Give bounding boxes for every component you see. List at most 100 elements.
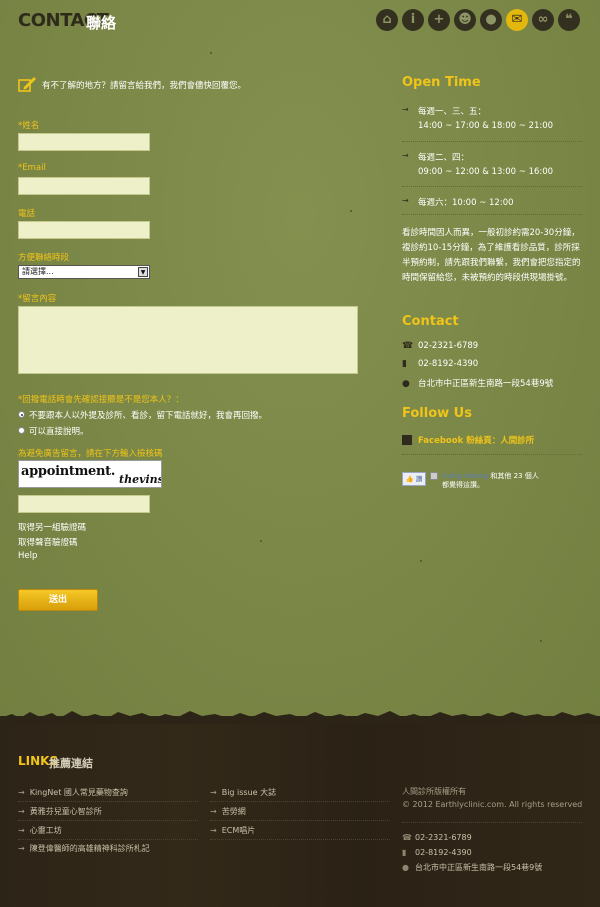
footer-link[interactable]: → 黃雅芬兒童心智診所	[18, 806, 102, 817]
captcha-word-1: appointment.	[21, 464, 116, 479]
texture-speck	[540, 640, 542, 642]
location-pin-icon[interactable]: ●	[480, 9, 502, 31]
schedule-days: 每週一、三、五：	[418, 107, 487, 117]
arrow-right-icon: →	[402, 151, 409, 160]
like-button[interactable]: 👍 讚	[402, 472, 426, 486]
footer-phone-2: ▮ 02-8192-4390	[402, 848, 472, 857]
edit-pencil-icon	[18, 77, 36, 92]
link-icon[interactable]: ∞	[532, 9, 554, 31]
email-label: *Email	[18, 163, 46, 173]
follow-us-title: Follow Us	[402, 406, 472, 421]
contact-time-select[interactable]: 請選擇... ▼	[18, 265, 150, 279]
texture-speck	[210, 52, 212, 54]
facebook-label: Facebook	[418, 436, 464, 446]
divider	[402, 141, 582, 142]
site-header: CONTACT 聯絡 ⌂ i + ☻ ● ✉ ∞ ❝	[0, 0, 600, 44]
phone-field[interactable]	[18, 221, 150, 239]
divider	[210, 839, 390, 840]
info-icon[interactable]: i	[402, 9, 424, 31]
contact-phone-1: ☎ 02-2321-6789	[402, 341, 478, 351]
facebook-icon	[402, 434, 412, 445]
like-button-label: 讚	[415, 475, 423, 483]
facebook-page: 粉絲頁：人間診所	[466, 436, 535, 446]
new-captcha-link[interactable]: 取得另一組驗證碼	[18, 521, 86, 533]
chat-icon[interactable]: ❝	[558, 9, 580, 31]
footer-link[interactable]: → 陳登偉醫師的高雄精神科診所札記	[18, 843, 150, 854]
divider	[402, 822, 582, 823]
divider	[210, 820, 390, 821]
schedule-days: 每週二、四：	[418, 153, 470, 163]
name-label: *姓名	[18, 121, 40, 131]
intro-text: 有不了解的地方？請留言給我們，我們會儘快回覆您。	[42, 81, 247, 91]
footer-link[interactable]: → ECM唱片	[210, 825, 255, 836]
like-count: 和其他 23 個人	[490, 472, 539, 480]
avatar	[430, 472, 438, 480]
mail-icon[interactable]: ✉	[506, 9, 528, 31]
email-field[interactable]	[18, 177, 150, 195]
chevron-down-icon[interactable]: ▼	[138, 267, 148, 277]
facebook-link[interactable]: Facebook 粉絲頁：人間診所	[402, 434, 534, 446]
like-text: Irving Hsiang 和其他 23 個人 都覺得這讚。	[442, 472, 562, 490]
radio-label: 不要跟本人以外提及診所、看診，留下電話就好，我會再回撥。	[29, 411, 268, 421]
contact-title: Contact	[402, 314, 459, 329]
divider	[402, 214, 582, 215]
phone-icon: ☎	[402, 341, 414, 351]
name-field[interactable]	[18, 133, 150, 151]
torn-edge	[0, 711, 600, 724]
radio-option-private[interactable]: 不要跟本人以外提及診所、看診，留下電話就好，我會再回撥。	[18, 409, 267, 421]
phone-label: 電話	[18, 209, 36, 219]
message-textarea[interactable]	[18, 306, 358, 374]
footer-link[interactable]: → 心靈工坊	[18, 825, 62, 836]
medical-cross-icon[interactable]: +	[428, 9, 450, 31]
arrow-right-icon: →	[402, 196, 409, 205]
audio-captcha-link[interactable]: 取得聲音驗證碼	[18, 536, 78, 548]
divider	[18, 820, 198, 821]
texture-speck	[260, 540, 262, 542]
footer-link[interactable]: → 苦勞網	[210, 806, 246, 817]
open-time-title: Open Time	[402, 75, 481, 90]
confirm-question: *回撥電話時會先確認接聽是不是您本人？：	[18, 395, 184, 405]
contact-time-label: 方便聯絡時段	[18, 253, 70, 263]
phone-number: 02-8192-4390	[418, 359, 479, 369]
radio-button[interactable]	[18, 411, 25, 418]
footer-link[interactable]: → KingNet 國人常見藥物查詢	[18, 787, 128, 798]
links-title-zh: 推薦連結	[49, 757, 93, 770]
like-suffix: 都覺得這讚。	[442, 481, 484, 489]
contact-address: ● 台北市中正區新生南路一段54巷9號	[402, 377, 553, 389]
schedule-hours: 14:00 ~ 17:00 & 18:00 ~ 21:00	[418, 121, 554, 131]
footer-link[interactable]: → Big issue 大誌	[210, 787, 276, 798]
divider	[402, 186, 582, 187]
phone-number: 02-2321-6789	[418, 341, 479, 351]
copyright-en: © 2012 Earthlyclinic.com. All rights res…	[402, 800, 583, 809]
copyright-zh: 人間診所版權所有	[402, 787, 466, 796]
radio-option-direct[interactable]: 可以直接說明。	[18, 425, 89, 437]
submit-button[interactable]: 送出	[18, 589, 98, 611]
home-icon[interactable]: ⌂	[376, 9, 398, 31]
address: 台北市中正區新生南路一段54巷9號	[418, 379, 554, 389]
contact-phone-2: ▮ 02-8192-4390	[402, 359, 478, 369]
schedule-hours: 09:00 ~ 12:00 & 13:00 ~ 16:00	[418, 167, 554, 177]
schedule-note: 看診時間因人而異，一般初診約需20-30分鐘，複診約10-15分鐘，為了維護看診…	[402, 228, 581, 283]
page: CONTACT 聯絡 ⌂ i + ☻ ● ✉ ∞ ❝ 有不了解的地方？請留言給我們，我們會儘快…	[0, 0, 600, 907]
captcha-field[interactable]	[18, 495, 150, 513]
texture-speck	[350, 210, 352, 212]
divider	[402, 454, 582, 455]
divider	[18, 801, 198, 802]
radio-button[interactable]	[18, 427, 25, 434]
help-link[interactable]: Help	[18, 551, 37, 561]
radio-label: 可以直接說明。	[29, 427, 89, 437]
page-title-zh: 聯絡	[86, 14, 117, 32]
footer-address: ● 台北市中正區新生南路一段54巷9號	[402, 863, 543, 872]
contact-time-value: 請選擇...	[22, 267, 54, 276]
mobile-icon: ▮	[402, 359, 407, 369]
schedule-days: 每週六：10:00 ~ 12:00	[418, 198, 514, 208]
like-user-name[interactable]: Irving Hsiang	[442, 472, 488, 480]
divider	[210, 801, 390, 802]
arrow-right-icon: →	[402, 105, 409, 114]
location-pin-icon: ●	[402, 379, 410, 389]
footer-phone-1: ☎ 02-2321-6789	[402, 833, 472, 842]
team-icon[interactable]: ☻	[454, 9, 476, 31]
mobile-icon: ▮	[402, 848, 407, 857]
divider	[18, 839, 198, 840]
message-label: *留言內容	[18, 294, 57, 304]
